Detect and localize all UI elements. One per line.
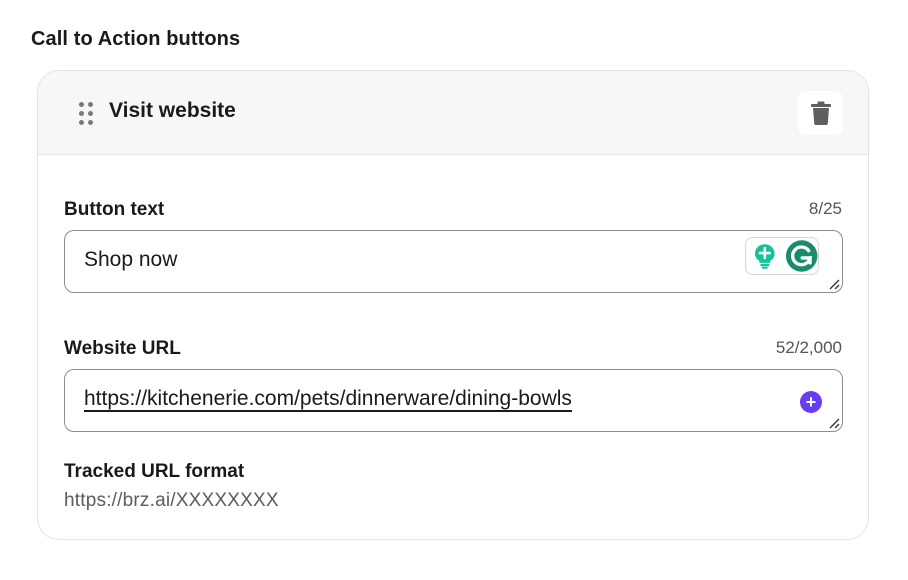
delete-button[interactable]: [798, 91, 843, 135]
website-url-input[interactable]: https://kitchenerie.com/pets/dinnerware/…: [64, 369, 843, 432]
button-text-counter: 8/25: [808, 199, 842, 218]
lightbulb-icon[interactable]: [753, 243, 777, 269]
card-title: Visit website: [109, 99, 236, 122]
trash-icon: [810, 101, 831, 125]
drag-handle-icon[interactable]: [79, 102, 93, 126]
cta-card: Visit website Button text 8/25 Shop now: [37, 70, 869, 540]
website-url-value[interactable]: https://kitchenerie.com/pets/dinnerware/…: [84, 387, 572, 411]
button-text-value[interactable]: Shop now: [84, 248, 177, 272]
button-text-label: Button text: [64, 199, 165, 220]
button-text-input[interactable]: Shop now: [64, 230, 843, 293]
page: Call to Action buttons Visit website But…: [0, 0, 908, 580]
grammarly-widget[interactable]: [745, 237, 819, 275]
section-title: Call to Action buttons: [31, 28, 241, 50]
grammarly-g-icon[interactable]: [785, 239, 818, 273]
website-url-label: Website URL: [64, 338, 181, 359]
plus-icon: +: [805, 392, 817, 412]
card-header: Visit website: [38, 71, 868, 155]
tracked-url-value: https://brz.ai/XXXXXXXX: [64, 490, 279, 511]
tracked-url-label: Tracked URL format: [64, 461, 245, 482]
resize-handle-icon[interactable]: [828, 278, 840, 290]
resize-handle-icon[interactable]: [828, 417, 840, 429]
website-url-counter: 52/2,000: [775, 338, 842, 357]
add-button[interactable]: +: [800, 391, 822, 413]
